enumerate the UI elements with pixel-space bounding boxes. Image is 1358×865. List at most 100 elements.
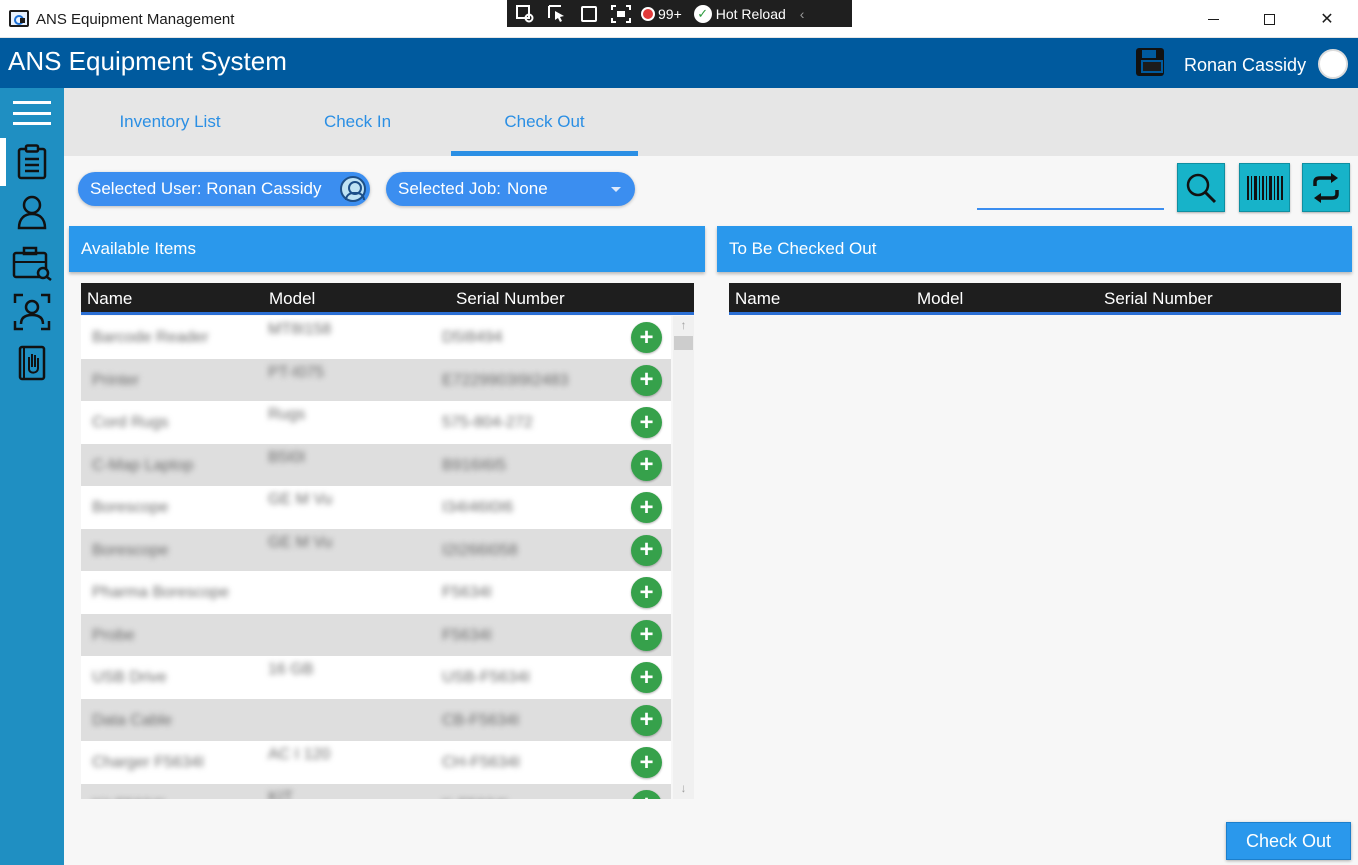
column-header-serial[interactable]: Serial Number bbox=[456, 289, 565, 309]
table-row[interactable]: USB Drive 16 GB USB-F5634I + bbox=[81, 656, 671, 699]
close-button[interactable]: ✕ bbox=[1304, 6, 1350, 32]
cell-serial: 575-804-272 bbox=[442, 414, 533, 431]
hand-book-icon bbox=[18, 345, 46, 381]
table-row[interactable]: Data Cable CB-F5634I + bbox=[81, 698, 671, 741]
cell-model: KIT bbox=[268, 788, 293, 800]
cell-name: USB Drive bbox=[92, 669, 167, 686]
column-header-model[interactable]: Model bbox=[917, 289, 963, 309]
chevron-down-icon bbox=[611, 187, 621, 192]
selected-user-chip[interactable]: Selected User: Ronan Cassidy bbox=[78, 172, 370, 206]
table-row[interactable]: Probe F5634I + bbox=[81, 613, 671, 656]
plus-icon: + bbox=[639, 793, 653, 800]
maximize-icon bbox=[1263, 13, 1275, 25]
sidebar-item-users[interactable] bbox=[0, 189, 64, 235]
add-item-button[interactable]: + bbox=[631, 662, 662, 693]
display-layout-button[interactable] bbox=[577, 3, 601, 25]
tab-check-in[interactable]: Check In bbox=[264, 88, 451, 156]
tab-inventory-list[interactable]: Inventory List bbox=[64, 88, 276, 156]
maximize-button[interactable] bbox=[1246, 6, 1292, 32]
cell-name: C-Map Laptop bbox=[92, 456, 194, 474]
sidebar-item-checkout[interactable] bbox=[0, 139, 64, 185]
available-list-scrollbar[interactable]: ↑ ↓ bbox=[673, 316, 694, 799]
cell-name: Printer bbox=[92, 371, 140, 389]
app-title: ANS Equipment System bbox=[8, 46, 287, 76]
search-input[interactable] bbox=[977, 176, 1164, 210]
table-row[interactable]: Barcode Reader MT8I158 D5I8494 + bbox=[81, 316, 671, 359]
cell-serial: F5634I bbox=[442, 626, 492, 644]
clipboard-icon bbox=[17, 144, 47, 180]
to-be-checked-out-header: To Be Checked Out bbox=[717, 226, 1352, 272]
barcode-scan-button[interactable] bbox=[1239, 163, 1290, 212]
cell-name: Cord Rugs bbox=[92, 414, 169, 431]
hot-reload-button[interactable]: ✓ Hot Reload bbox=[693, 4, 786, 23]
save-icon[interactable] bbox=[1136, 48, 1164, 76]
track-focus-button[interactable] bbox=[609, 3, 633, 25]
table-row[interactable]: Charger F5634I AC I 120 CH-F5634I + bbox=[81, 741, 671, 784]
cell-name: Charger F5634I bbox=[92, 754, 205, 771]
add-item-button[interactable]: + bbox=[631, 492, 662, 523]
available-items-list: Barcode Reader MT8I158 D5I8494 + Printer PT-I… bbox=[81, 316, 671, 799]
app-header: ANS Equipment System Ronan Cassidy bbox=[0, 38, 1358, 88]
close-icon: ✕ bbox=[1320, 11, 1334, 28]
live-tree-button[interactable] bbox=[513, 3, 537, 25]
cell-name: Probe bbox=[92, 626, 135, 644]
hot-reload-label: Hot Reload bbox=[715, 5, 786, 22]
table-row[interactable]: Printer PT-I075 E7229903I9I2483 + bbox=[81, 358, 671, 401]
face-scan-icon bbox=[13, 293, 51, 331]
table-row[interactable]: Kit F5634I KIT K-F5634I + bbox=[81, 783, 671, 800]
table-row[interactable]: Pharma Borescope F5634I + bbox=[81, 571, 671, 614]
cell-serial: F5634I bbox=[442, 584, 492, 601]
sidebar-item-manual[interactable] bbox=[0, 340, 64, 386]
avatar[interactable] bbox=[1318, 49, 1348, 79]
sidebar-item-recognition[interactable] bbox=[0, 289, 64, 335]
add-item-button[interactable]: + bbox=[631, 577, 662, 608]
selected-job-dropdown[interactable]: Selected Job: None bbox=[386, 172, 635, 206]
cell-serial: D5I8494 bbox=[442, 329, 503, 346]
check-icon: ✓ bbox=[693, 4, 712, 23]
app-icon bbox=[9, 10, 29, 27]
add-item-button[interactable]: + bbox=[631, 322, 662, 353]
refresh-icon bbox=[1313, 172, 1339, 203]
user-select-icon[interactable] bbox=[340, 176, 366, 202]
minimize-button[interactable] bbox=[1190, 6, 1236, 32]
tab-check-out[interactable]: Check Out bbox=[451, 88, 638, 156]
select-element-button[interactable] bbox=[545, 3, 569, 25]
cell-serial: CB-F5634I bbox=[442, 711, 520, 729]
column-header-serial[interactable]: Serial Number bbox=[1104, 289, 1213, 309]
table-row[interactable]: Borescope GE M Vu I34I46I0I6 + bbox=[81, 486, 671, 529]
table-row[interactable]: C-Map Laptop B5I0I B916I6I5 + bbox=[81, 443, 671, 486]
sidebar-item-jobs[interactable] bbox=[0, 240, 64, 286]
column-header-name[interactable]: Name bbox=[735, 289, 780, 309]
binding-errors-button[interactable]: 99+ bbox=[641, 6, 682, 22]
add-item-button[interactable]: + bbox=[631, 747, 662, 778]
add-item-button[interactable]: + bbox=[631, 534, 662, 566]
scroll-thumb[interactable] bbox=[674, 336, 693, 350]
minimize-icon bbox=[1207, 18, 1219, 20]
cell-serial: K-F5634I bbox=[442, 797, 508, 800]
cell-name: Borescope bbox=[92, 499, 169, 516]
add-item-button[interactable]: + bbox=[631, 619, 662, 651]
cell-model: GE M Vu bbox=[268, 533, 333, 551]
add-item-button[interactable]: + bbox=[631, 789, 662, 800]
column-header-model[interactable]: Model bbox=[269, 289, 315, 309]
sidebar-menu-toggle[interactable] bbox=[0, 90, 64, 136]
collapse-toolbar-icon[interactable]: ‹ bbox=[800, 6, 805, 22]
plus-icon: + bbox=[639, 493, 654, 521]
plus-icon: + bbox=[639, 408, 654, 436]
table-row[interactable]: Borescope GE M Vu I2I266I058 + bbox=[81, 528, 671, 571]
scroll-up-icon[interactable]: ↑ bbox=[673, 318, 694, 334]
add-item-button[interactable]: + bbox=[631, 407, 662, 438]
table-row[interactable]: Cord Rugs Rugs 575-804-272 + bbox=[81, 401, 671, 444]
plus-icon: + bbox=[639, 366, 654, 393]
search-button[interactable] bbox=[1177, 163, 1225, 212]
add-item-button[interactable]: + bbox=[631, 704, 662, 736]
add-item-button[interactable]: + bbox=[631, 449, 662, 481]
tab-strip: Inventory List Check In Check Out bbox=[64, 88, 1358, 156]
available-items-title: Available Items bbox=[81, 239, 196, 258]
add-item-button[interactable]: + bbox=[631, 364, 662, 396]
column-header-name[interactable]: Name bbox=[87, 289, 132, 309]
cell-serial: USB-F5634I bbox=[442, 669, 531, 686]
scroll-down-icon[interactable]: ↓ bbox=[673, 781, 694, 797]
check-out-button[interactable]: Check Out bbox=[1226, 822, 1351, 860]
refresh-button[interactable] bbox=[1302, 163, 1350, 212]
